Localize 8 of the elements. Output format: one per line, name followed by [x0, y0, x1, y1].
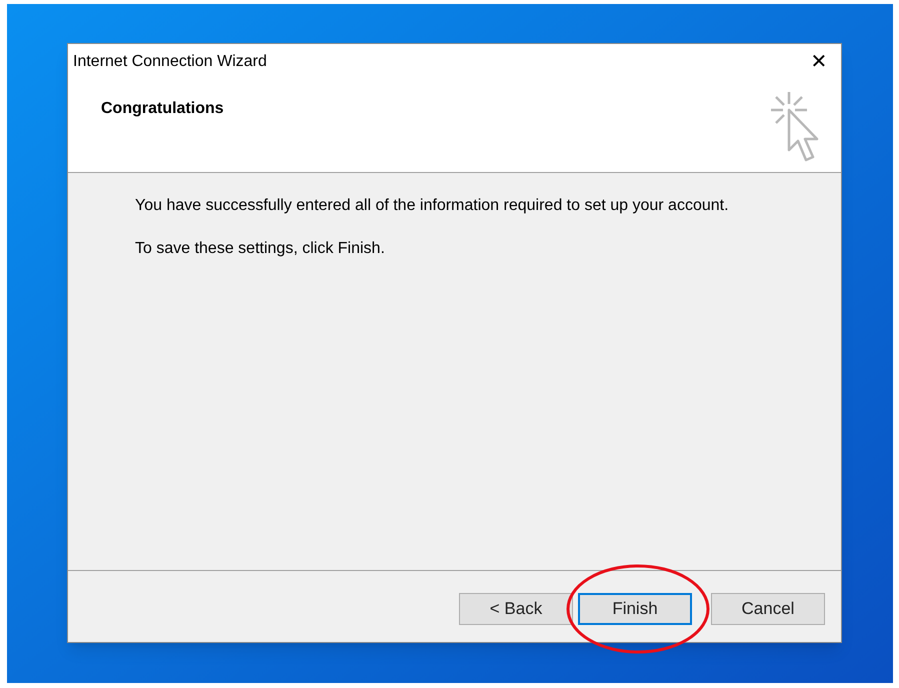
- wizard-button[interactable]: Finish: [578, 593, 692, 625]
- close-button[interactable]: ✕: [809, 52, 829, 72]
- instruction-text: To save these settings, click Finish.: [135, 239, 386, 259]
- wizard-button[interactable]: < Back: [459, 593, 573, 625]
- instruction-text: You have successfully entered all of the information required to set up your account.: [135, 196, 730, 216]
- window-title: Internet Connection Wizard: [73, 52, 267, 72]
- wizard-button[interactable]: Cancel: [711, 593, 825, 625]
- page-title: Congratulations: [101, 99, 224, 119]
